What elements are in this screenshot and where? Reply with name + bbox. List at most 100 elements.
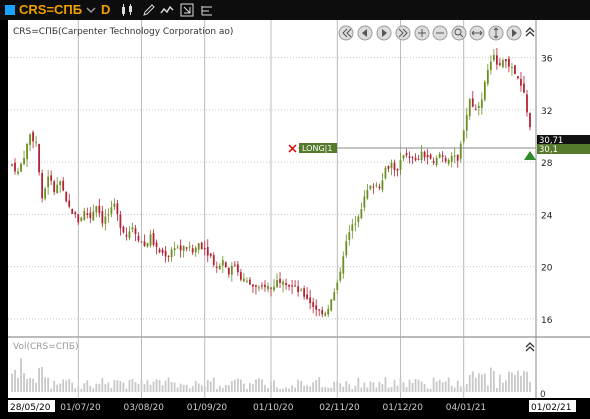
candle-body bbox=[288, 284, 290, 287]
volume-bar bbox=[179, 383, 182, 392]
candle-body bbox=[29, 134, 31, 145]
candle-body bbox=[294, 285, 296, 287]
candle-body bbox=[354, 223, 357, 225]
volume-bar bbox=[249, 383, 251, 392]
volume-bar bbox=[351, 388, 354, 392]
volume-bar bbox=[167, 377, 170, 392]
candle-body bbox=[143, 241, 146, 247]
candle-body bbox=[399, 159, 402, 170]
candle-body bbox=[393, 162, 396, 171]
candlestick-icon[interactable] bbox=[120, 3, 134, 17]
volume-bar bbox=[200, 385, 203, 392]
volume-bar bbox=[110, 388, 113, 392]
chevron-down-icon[interactable] bbox=[84, 3, 98, 17]
candle-body bbox=[529, 113, 531, 128]
volume-bar bbox=[459, 386, 462, 392]
candle-body bbox=[65, 191, 68, 202]
volume-bar bbox=[101, 378, 104, 392]
volume-bar bbox=[149, 384, 152, 392]
volume-bar bbox=[77, 386, 80, 392]
volume-bar bbox=[474, 377, 477, 392]
volume-bar bbox=[492, 371, 495, 392]
candle-body bbox=[390, 162, 393, 169]
candle-body bbox=[279, 278, 281, 283]
scroll-right-button[interactable] bbox=[376, 25, 392, 41]
magnifier-icon[interactable] bbox=[451, 25, 467, 41]
candle-body bbox=[363, 196, 366, 208]
price-chart[interactable]: 16 20 24 28 32 36 28/05/20 01/07/20 03/08/20 01/… bbox=[0, 20, 590, 419]
candle-body bbox=[203, 248, 206, 250]
symbol-selector[interactable]: CRS=СПБ bbox=[19, 0, 82, 20]
candle-body bbox=[372, 186, 375, 188]
volume-bar bbox=[236, 378, 239, 392]
volume-bar bbox=[414, 378, 417, 392]
rewind-start-button[interactable] bbox=[338, 25, 354, 41]
volume-bar bbox=[113, 379, 116, 392]
volume-label: Vol(CRS=СПБ) bbox=[13, 342, 79, 352]
volume-bar bbox=[83, 383, 86, 392]
volume-bar bbox=[215, 388, 218, 392]
volume-bar bbox=[47, 377, 50, 392]
zoom-out-button[interactable] bbox=[432, 25, 448, 41]
volume-bar bbox=[282, 388, 284, 392]
volume-bar bbox=[498, 374, 501, 392]
volume-bar bbox=[20, 358, 22, 392]
symbol-color-swatch bbox=[5, 5, 15, 15]
candle-body bbox=[170, 249, 173, 258]
chart-style-icon[interactable] bbox=[160, 3, 174, 17]
candle-body bbox=[450, 155, 453, 162]
candle-body bbox=[47, 176, 50, 188]
candle-body bbox=[468, 99, 471, 117]
volume-bar bbox=[384, 377, 387, 392]
volume-bar bbox=[426, 388, 429, 392]
volume-bar bbox=[363, 382, 366, 392]
volume-bar bbox=[80, 388, 83, 392]
volume-bar bbox=[203, 386, 206, 392]
candle-body bbox=[456, 154, 459, 161]
candle-body bbox=[327, 308, 330, 315]
volume-bar bbox=[529, 381, 531, 392]
volume-bar bbox=[116, 380, 119, 392]
volume-bar bbox=[267, 387, 269, 392]
candle-body bbox=[381, 180, 384, 190]
period-selector[interactable]: D bbox=[101, 0, 110, 20]
volume-bar bbox=[526, 371, 528, 392]
x-tick-label: 02/11/20 bbox=[319, 403, 360, 413]
candle-body bbox=[420, 151, 423, 161]
volume-bar bbox=[294, 387, 296, 392]
candle-body bbox=[113, 203, 116, 207]
candle-body bbox=[351, 224, 354, 232]
candle-body bbox=[321, 310, 324, 315]
candle-body bbox=[212, 255, 215, 265]
candle-body bbox=[306, 294, 309, 300]
fit-horizontal-button[interactable] bbox=[469, 25, 485, 41]
cursor-icon[interactable] bbox=[180, 3, 194, 17]
levels-icon[interactable] bbox=[200, 3, 214, 17]
scroll-left-button[interactable] bbox=[357, 25, 373, 41]
candle-body bbox=[405, 153, 408, 156]
candle-body bbox=[173, 248, 176, 251]
candle-body bbox=[155, 242, 158, 248]
fit-vertical-button[interactable] bbox=[488, 25, 504, 41]
candle-body bbox=[131, 227, 134, 230]
volume-bar bbox=[321, 387, 324, 392]
candle-body bbox=[315, 305, 318, 310]
candle-body bbox=[411, 156, 414, 158]
scroll-end-button[interactable] bbox=[506, 25, 522, 41]
volume-bar bbox=[297, 379, 300, 392]
volume-bar bbox=[38, 367, 41, 392]
volume-bar bbox=[242, 383, 245, 392]
candle-body bbox=[224, 262, 227, 267]
y-tick-label: 36 bbox=[541, 55, 553, 65]
zoom-in-button[interactable] bbox=[414, 25, 430, 41]
candle-body bbox=[309, 297, 312, 304]
volume-bar bbox=[360, 387, 363, 392]
volume-bar bbox=[143, 384, 146, 392]
volume-bar bbox=[258, 378, 260, 392]
candle-body bbox=[53, 181, 56, 193]
pen-icon[interactable] bbox=[142, 3, 156, 17]
forward-end-button[interactable] bbox=[395, 25, 411, 41]
volume-bar bbox=[489, 367, 492, 392]
candle-body bbox=[194, 247, 197, 253]
volume-bar bbox=[119, 381, 122, 392]
